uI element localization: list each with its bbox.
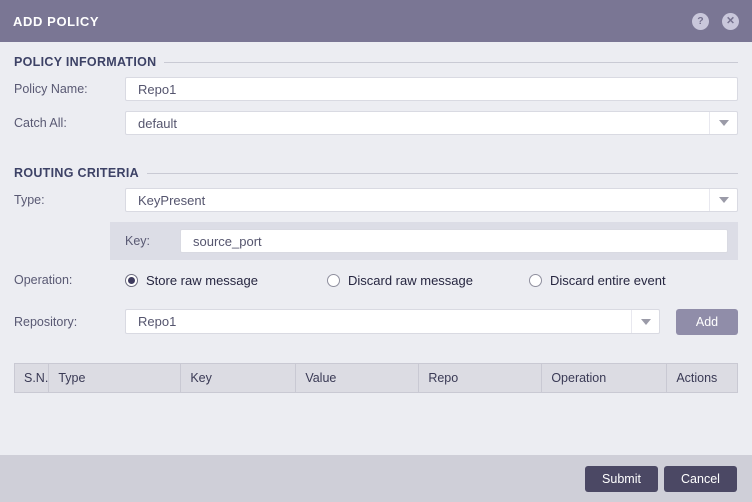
column-header-actions: Actions [676,371,718,385]
dialog-title: ADD POLICY [13,13,100,29]
key-subpanel: Key: [110,222,738,260]
dialog-footer: Submit Cancel [0,455,752,502]
radio-label: Discard entire event [550,272,666,288]
radio-label: Store raw message [146,272,258,288]
type-row: Type: KeyPresent [14,188,738,212]
dialog-header: ADD POLICY ? ✕ [0,0,752,42]
operation-label: Operation: [14,273,73,287]
catch-all-selected-value: default [138,115,178,131]
repository-label: Repository: [14,315,78,329]
radio-store-raw-message[interactable]: Store raw message [125,273,327,288]
dialog-body: POLICY INFORMATION Policy Name: Catch Al… [0,42,752,455]
section-rule [146,172,738,174]
type-selected-value: KeyPresent [138,192,206,208]
section-routing-criteria: ROUTING CRITERIA [14,166,738,180]
column-header-operation: Operation [542,364,668,392]
radio-label: Discard raw message [348,272,473,288]
operation-row: Operation: Store raw message Discard raw… [14,272,738,288]
type-dropdown[interactable]: KeyPresent [125,188,738,212]
add-policy-dialog: ADD POLICY ? ✕ POLICY INFORMATION Policy… [0,0,752,502]
section-policy-information: POLICY INFORMATION [14,55,738,69]
cancel-button[interactable]: Cancel [664,465,737,492]
radio-icon [327,273,340,287]
column-header-value: Value [296,364,420,392]
criteria-table-header: S.N. Type Key Value Repo Operation Actio… [14,363,738,393]
radio-discard-entire-event[interactable]: Discard entire event [529,273,666,288]
catch-all-dropdown[interactable]: default [125,111,738,135]
chevron-down-icon [631,310,659,333]
chevron-down-icon [709,112,737,134]
add-button[interactable]: Add [676,309,738,335]
section-title: ROUTING CRITERIA [14,166,139,180]
policy-name-input[interactable] [125,77,738,101]
policy-name-label: Policy Name: [14,82,88,96]
repository-row: Repository: Repo1 Add [14,309,738,335]
help-icon[interactable]: ? [692,12,709,30]
repository-selected-value: Repo1 [138,314,177,329]
radio-icon-selected [125,273,138,287]
submit-button[interactable]: Submit [585,465,658,492]
column-header-type: Type [49,364,182,392]
catch-all-label: Catch All: [14,116,67,130]
chevron-down-icon [709,189,737,211]
catch-all-row: Catch All: default [14,111,738,135]
column-header-repo: Repo [419,364,543,392]
column-header-sn: S.N. [15,364,50,392]
key-input[interactable] [180,229,728,253]
key-label: Key: [125,234,151,248]
policy-name-row: Policy Name: [14,77,738,101]
header-icons: ? ✕ [692,12,739,30]
column-header-key: Key [181,364,297,392]
radio-discard-raw-message[interactable]: Discard raw message [327,273,529,288]
radio-icon [529,273,542,287]
close-icon[interactable]: ✕ [722,12,739,30]
section-title: POLICY INFORMATION [14,55,157,69]
type-label: Type: [14,193,45,207]
repository-dropdown[interactable]: Repo1 [125,309,660,334]
section-rule [164,61,738,63]
